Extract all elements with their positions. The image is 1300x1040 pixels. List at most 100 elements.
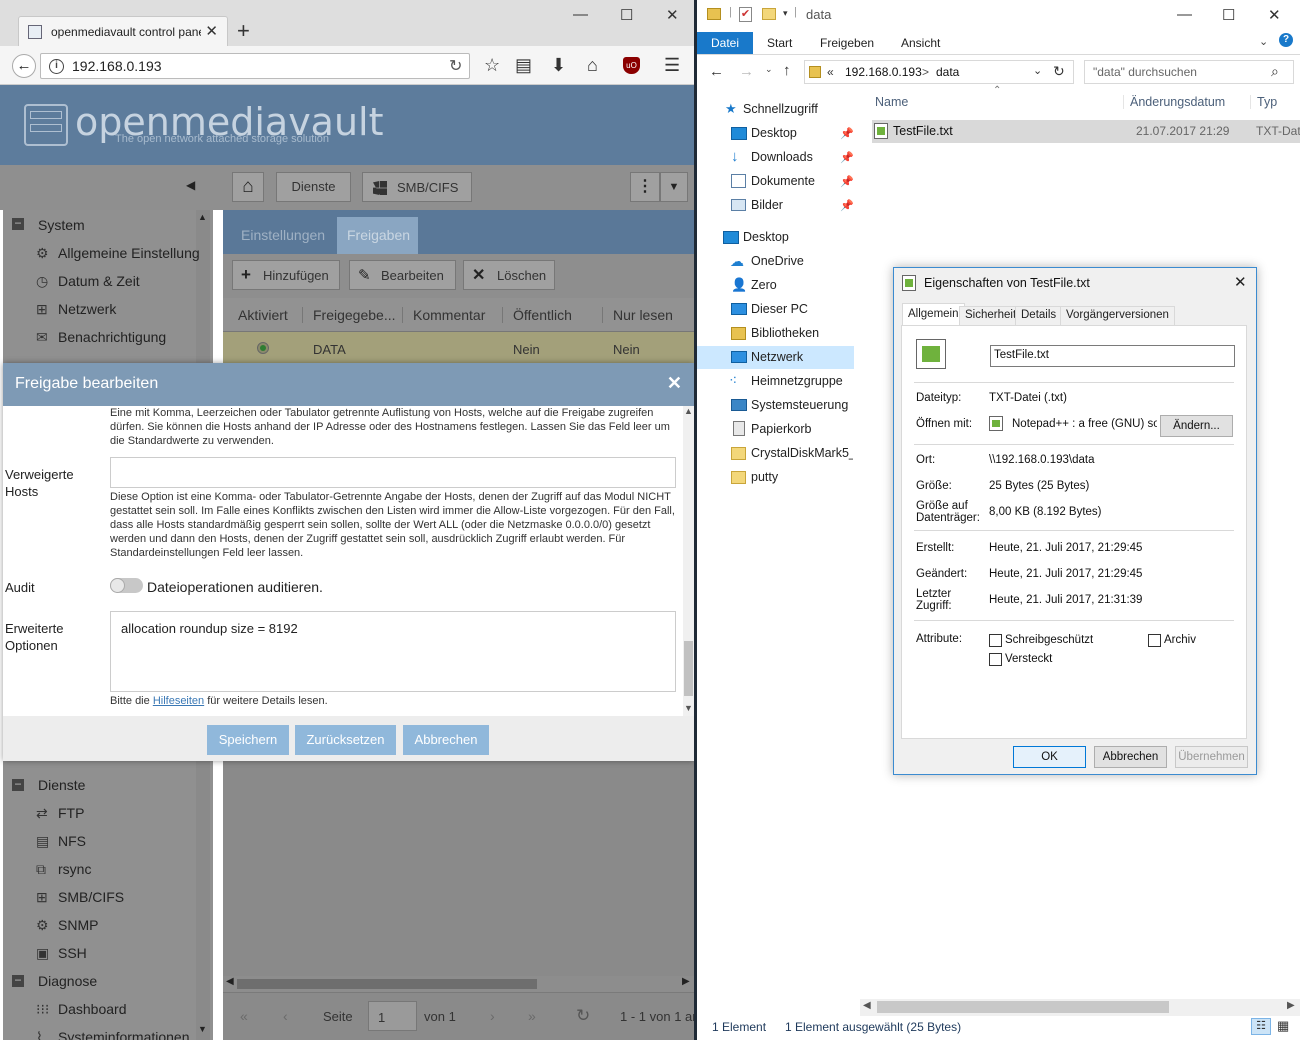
- sidebar-group-diagnose[interactable]: Diagnose: [38, 973, 97, 989]
- scroll-up-icon[interactable]: ▲: [198, 212, 207, 222]
- col-date[interactable]: Änderungsdatum: [1123, 95, 1225, 109]
- address-segment-data[interactable]: data: [936, 65, 959, 79]
- close-tab-icon[interactable]: ✕: [205, 22, 218, 40]
- recent-dropdown-icon[interactable]: ⌄: [765, 64, 773, 75]
- info-icon[interactable]: i: [49, 59, 64, 74]
- tab-vorgaengerversionen[interactable]: Vorgängerversionen: [1060, 306, 1175, 326]
- download-icon[interactable]: ⬇: [551, 55, 566, 76]
- denied-hosts-input[interactable]: [110, 457, 676, 488]
- audit-toggle[interactable]: [110, 578, 143, 593]
- filename-field[interactable]: TestFile.txt: [990, 345, 1235, 367]
- readonly-checkbox[interactable]: [989, 634, 1002, 647]
- hscroll-thumb[interactable]: [237, 979, 537, 989]
- dropdown-icon[interactable]: ▼: [660, 172, 688, 202]
- properties-close-icon[interactable]: ✕: [1234, 273, 1247, 291]
- tab-einstellungen[interactable]: Einstellungen: [241, 227, 325, 243]
- address-dropdown-icon[interactable]: ⌄: [1033, 64, 1042, 77]
- col-type[interactable]: Typ: [1250, 95, 1277, 109]
- collapse-diagnose-icon[interactable]: −: [12, 974, 24, 987]
- collapse-nav-icon[interactable]: ◀: [186, 178, 195, 192]
- forward-arrow-icon[interactable]: →: [739, 63, 754, 80]
- address-segment-host[interactable]: 192.168.0.193: [845, 65, 922, 79]
- search-box[interactable]: "data" durchsuchen ⌕: [1084, 60, 1294, 84]
- last-page-icon[interactable]: »: [528, 1008, 536, 1024]
- ribbon-tab-freigeben[interactable]: Freigeben: [820, 36, 874, 50]
- nav-downloads[interactable]: Downloads: [751, 150, 813, 164]
- minimize-icon[interactable]: —: [573, 6, 588, 23]
- pin-icon[interactable]: 📌: [840, 127, 854, 140]
- file-row[interactable]: TestFile.txt 21.07.2017 21:29 TXT-Datei: [872, 120, 1300, 143]
- next-page-icon[interactable]: ›: [490, 1008, 495, 1024]
- col-name[interactable]: Name: [875, 95, 908, 109]
- change-button[interactable]: Ändern...: [1160, 415, 1233, 437]
- pin-icon[interactable]: 📌: [840, 151, 854, 164]
- reader-list-icon[interactable]: ▤: [515, 55, 532, 76]
- help-link[interactable]: Hilfeseiten: [153, 695, 204, 707]
- sidebar-item-nfs[interactable]: NFS: [58, 833, 86, 849]
- col-aktiviert[interactable]: Aktiviert: [238, 307, 288, 323]
- nav-systemsteuerung[interactable]: Systemsteuerung: [751, 398, 848, 412]
- bookmark-star-icon[interactable]: ☆: [484, 55, 500, 76]
- nav-dokumente[interactable]: Dokumente: [751, 174, 815, 188]
- dialog-scrollbar[interactable]: ▲ ▼: [683, 406, 694, 716]
- back-icon[interactable]: ←: [12, 54, 36, 78]
- first-page-icon[interactable]: «: [240, 1008, 248, 1024]
- sidebar-group-dienste[interactable]: Dienste: [38, 777, 85, 793]
- nav-heimnetzgruppe[interactable]: Heimnetzgruppe: [751, 374, 843, 388]
- breadcrumb-dienste[interactable]: Dienste: [276, 172, 351, 202]
- sidebar-item-datum[interactable]: Datum & Zeit: [58, 273, 140, 289]
- sidebar-item-snmp[interactable]: SNMP: [58, 917, 98, 933]
- ribbon-tab-start[interactable]: Start: [767, 36, 792, 50]
- home-icon[interactable]: ⌂: [587, 55, 598, 76]
- sidebar-item-rsync[interactable]: rsync: [58, 861, 91, 877]
- browser-tab[interactable]: openmediavault control panel ✕: [18, 16, 228, 47]
- col-nurlesen[interactable]: Nur lesen: [602, 307, 673, 323]
- add-button[interactable]: + Hinzufügen: [232, 260, 340, 290]
- apply-button[interactable]: Übernehmen: [1175, 746, 1248, 768]
- sidebar-item-smb[interactable]: SMB/CIFS: [58, 889, 124, 905]
- ok-button[interactable]: OK: [1013, 746, 1086, 768]
- nav-quick-access[interactable]: Schnellzugriff: [743, 102, 818, 116]
- dialog-close-icon[interactable]: ✕: [667, 373, 682, 394]
- file-hscroll[interactable]: ◀ ▶: [860, 999, 1300, 1016]
- help-icon[interactable]: ?: [1279, 33, 1293, 47]
- prev-page-icon[interactable]: ‹: [283, 1008, 288, 1024]
- sidebar-item-netzwerk[interactable]: Netzwerk: [58, 301, 116, 317]
- scroll-down-icon[interactable]: ▼: [198, 1024, 207, 1034]
- ublock-icon[interactable]: uO: [623, 57, 640, 74]
- nav-zero[interactable]: Zero: [751, 278, 777, 292]
- nav-crystaldiskmark[interactable]: CrystalDiskMark5_2_: [751, 446, 853, 460]
- tab-sicherheit[interactable]: Sicherheit: [959, 306, 1023, 326]
- up-arrow-icon[interactable]: ↑: [783, 62, 791, 79]
- address-overflow[interactable]: «: [827, 65, 834, 79]
- collapse-system-icon[interactable]: −: [12, 217, 24, 230]
- qa-dropdown-icon[interactable]: ▾: [783, 8, 788, 19]
- address-bar[interactable]: « 192.168.0.193 > data ⌄ ↻: [804, 60, 1074, 84]
- url-field[interactable]: i 192.168.0.193 ↻: [40, 53, 470, 79]
- refresh-icon[interactable]: ↻: [576, 1006, 590, 1026]
- extra-options-textarea[interactable]: allocation roundup size = 8192: [110, 611, 676, 692]
- kebab-menu-icon[interactable]: ⋮: [630, 172, 660, 202]
- tab-details[interactable]: Details: [1015, 306, 1063, 326]
- explorer-close-icon[interactable]: ✕: [1268, 6, 1281, 24]
- maximize-icon[interactable]: ☐: [620, 6, 633, 24]
- cancel-properties-button[interactable]: Abbrechen: [1094, 746, 1167, 768]
- save-button[interactable]: Speichern: [207, 725, 289, 755]
- nav-bilder[interactable]: Bilder: [751, 198, 783, 212]
- nav-onedrive[interactable]: OneDrive: [751, 254, 804, 268]
- nav-papierkorb[interactable]: Papierkorb: [751, 422, 811, 436]
- menu-icon[interactable]: ☰: [664, 55, 680, 76]
- sidebar-item-systeminfo[interactable]: Systeminformationen: [58, 1029, 190, 1040]
- archive-checkbox[interactable]: [1148, 634, 1161, 647]
- ribbon-tab-ansicht[interactable]: Ansicht: [901, 36, 940, 50]
- sidebar-item-allgemein[interactable]: Allgemeine Einstellung: [58, 245, 200, 261]
- explorer-minimize-icon[interactable]: —: [1177, 6, 1192, 23]
- sidebar-item-ssh[interactable]: SSH: [58, 945, 87, 961]
- tab-allgemein[interactable]: Allgemein: [902, 303, 965, 326]
- col-kommentar[interactable]: Kommentar: [402, 307, 485, 323]
- nav-bibliotheken[interactable]: Bibliotheken: [751, 326, 819, 340]
- new-tab-icon[interactable]: +: [237, 18, 250, 44]
- pin-icon[interactable]: 📌: [840, 199, 854, 212]
- col-oeffentlich[interactable]: Öffentlich: [502, 307, 572, 323]
- pin-icon[interactable]: 📌: [840, 175, 854, 188]
